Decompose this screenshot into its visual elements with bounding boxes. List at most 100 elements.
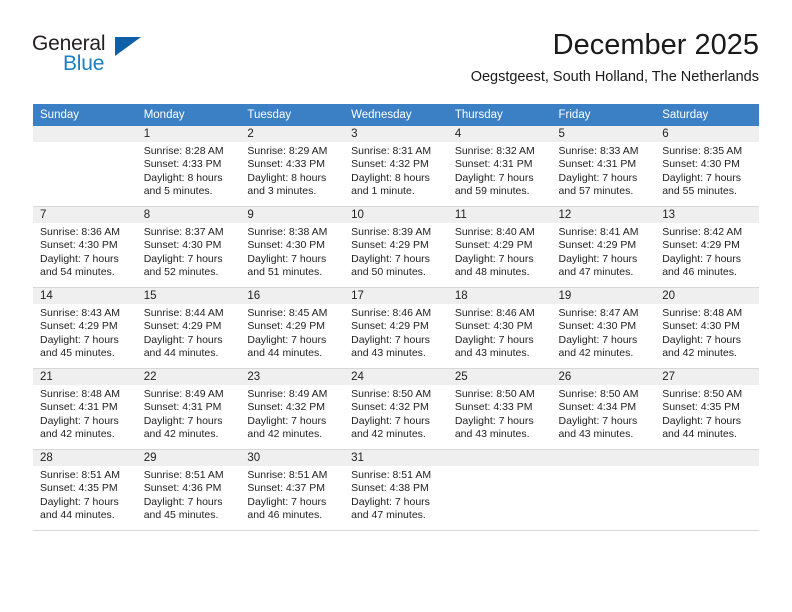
day-cell-inner: 19 Sunrise: 8:47 AM Sunset: 4:30 PM Dayligh… [551,288,656,368]
day-number: 28 [33,450,137,466]
calendar-day-cell[interactable]: 9 Sunrise: 8:38 AM Sunset: 4:30 PM Daylight… [240,206,345,288]
daylight-duration-line2: and 42 minutes. [40,428,115,441]
daylight-duration-line2: and 59 minutes. [454,185,530,198]
daylight-duration-line1: Daylight: 7 hours [143,495,223,508]
sunset-time: Sunset: 4:37 PM [247,482,326,495]
calendar-day-cell[interactable]: 12 Sunrise: 8:41 AM Sunset: 4:29 PM Dayligh… [551,206,656,288]
daylight-duration-line1: Daylight: 8 hours [247,171,327,184]
calendar-day-cell[interactable]: 22 Sunrise: 8:49 AM Sunset: 4:31 PM Dayligh… [136,368,241,450]
calendar-day-cell[interactable]: 25 Sunrise: 8:50 AM Sunset: 4:33 PM Dayligh… [447,368,552,450]
sunset-time: Sunset: 4:30 PM [247,239,326,252]
day-number: 20 [655,288,759,304]
sunset-time: Sunset: 4:35 PM [40,482,118,495]
day-sun-info: Sunrise: 8:49 AM Sunset: 4:32 PM Daylight:… [240,385,344,442]
daylight-duration-line1: Daylight: 7 hours [558,171,638,184]
day-cell-inner: 9 Sunrise: 8:38 AM Sunset: 4:30 PM Daylight… [240,207,345,287]
day-sun-info: Sunrise: 8:31 AM Sunset: 4:32 PM Daylight:… [344,142,448,199]
calendar-day-cell[interactable]: 20 Sunrise: 8:48 AM Sunset: 4:30 PM Dayligh… [655,287,759,369]
daylight-duration-line1: Daylight: 7 hours [247,495,327,508]
sunrise-time: Sunrise: 8:39 AM [351,226,432,238]
daylight-duration-line1: Daylight: 7 hours [454,414,534,427]
day-sun-info [448,466,552,469]
calendar-day-cell[interactable]: 7 Sunrise: 8:36 AM Sunset: 4:30 PM Daylight… [33,206,137,288]
calendar-day-cell[interactable]: 29 Sunrise: 8:51 AM Sunset: 4:36 PM Dayligh… [136,449,241,531]
calendar-day-cell[interactable]: 5 Sunrise: 8:33 AM Sunset: 4:31 PM Daylight… [551,126,656,207]
daylight-duration-line1: Daylight: 7 hours [558,252,638,265]
calendar-day-cell[interactable]: 1 Sunrise: 8:28 AM Sunset: 4:33 PM Daylight… [136,126,241,207]
day-cell-inner: 26 Sunrise: 8:50 AM Sunset: 4:34 PM Dayligh… [551,369,656,449]
calendar-day-cell[interactable]: 3 Sunrise: 8:31 AM Sunset: 4:32 PM Daylight… [344,126,448,207]
day-cell-inner: 31 Sunrise: 8:51 AM Sunset: 4:38 PM Dayligh… [344,450,448,530]
daylight-duration-line2: and 42 minutes. [351,428,426,441]
daylight-duration-line1: Daylight: 7 hours [143,414,223,427]
calendar-day-cell[interactable]: 30 Sunrise: 8:51 AM Sunset: 4:37 PM Dayligh… [240,449,345,531]
calendar-week-row: 7 Sunrise: 8:36 AM Sunset: 4:30 PM Daylight… [33,206,759,288]
calendar-day-cell[interactable]: 19 Sunrise: 8:47 AM Sunset: 4:30 PM Dayligh… [551,287,656,369]
calendar-day-cell[interactable]: 18 Sunrise: 8:46 AM Sunset: 4:30 PM Dayligh… [447,287,552,369]
sunset-time: Sunset: 4:34 PM [558,401,637,414]
calendar-day-cell[interactable]: 14 Sunrise: 8:43 AM Sunset: 4:29 PM Dayligh… [33,287,137,369]
day-cell-inner: 20 Sunrise: 8:48 AM Sunset: 4:30 PM Dayligh… [655,288,759,368]
daylight-duration-line1: Daylight: 7 hours [247,252,327,265]
calendar-day-cell[interactable]: 4 Sunrise: 8:32 AM Sunset: 4:31 PM Daylight… [447,126,552,207]
daylight-duration-line2: and 43 minutes. [351,347,426,360]
calendar-day-cell[interactable]: 28 Sunrise: 8:51 AM Sunset: 4:35 PM Dayligh… [33,449,137,531]
sunrise-time: Sunrise: 8:51 AM [143,469,224,481]
weekday-header-thursday: Thursday [447,104,552,126]
daylight-duration-line1: Daylight: 7 hours [351,333,430,346]
calendar-day-cell[interactable]: 15 Sunrise: 8:44 AM Sunset: 4:29 PM Dayligh… [136,287,241,369]
day-sun-info: Sunrise: 8:48 AM Sunset: 4:30 PM Daylight:… [655,304,759,361]
daylight-duration-line1: Daylight: 7 hours [558,414,638,427]
day-sun-info: Sunrise: 8:48 AM Sunset: 4:31 PM Daylight:… [33,385,137,442]
calendar-empty-cell [33,126,137,207]
sunset-time: Sunset: 4:30 PM [662,320,740,333]
sunset-time: Sunset: 4:35 PM [662,401,740,414]
day-cell-inner: 10 Sunrise: 8:39 AM Sunset: 4:29 PM Dayligh… [344,207,448,287]
day-sun-info: Sunrise: 8:40 AM Sunset: 4:29 PM Daylight:… [448,223,552,280]
sunset-time: Sunset: 4:33 PM [143,158,222,171]
calendar-day-cell[interactable]: 31 Sunrise: 8:51 AM Sunset: 4:38 PM Dayligh… [344,449,448,531]
calendar-empty-cell [447,449,552,531]
calendar-day-cell[interactable]: 21 Sunrise: 8:48 AM Sunset: 4:31 PM Dayligh… [33,368,137,450]
daylight-duration-line2: and 42 minutes. [662,347,737,360]
calendar-day-cell[interactable]: 17 Sunrise: 8:46 AM Sunset: 4:29 PM Dayligh… [344,287,448,369]
sunset-time: Sunset: 4:30 PM [662,158,740,171]
day-number: 29 [136,450,241,466]
calendar-day-cell[interactable]: 16 Sunrise: 8:45 AM Sunset: 4:29 PM Dayligh… [240,287,345,369]
sunrise-time: Sunrise: 8:50 AM [351,388,432,400]
daylight-duration-line1: Daylight: 7 hours [454,333,534,346]
daylight-duration-line1: Daylight: 7 hours [40,495,119,508]
sunrise-time: Sunrise: 8:37 AM [143,226,224,238]
day-sun-info [552,466,656,469]
calendar-day-cell[interactable]: 27 Sunrise: 8:50 AM Sunset: 4:35 PM Dayligh… [655,368,759,450]
calendar-day-cell[interactable]: 23 Sunrise: 8:49 AM Sunset: 4:32 PM Dayligh… [240,368,345,450]
sunset-time: Sunset: 4:29 PM [40,320,118,333]
calendar-day-cell[interactable]: 26 Sunrise: 8:50 AM Sunset: 4:34 PM Dayligh… [551,368,656,450]
calendar-day-cell[interactable]: 2 Sunrise: 8:29 AM Sunset: 4:33 PM Daylight… [240,126,345,207]
daylight-duration-line2: and 45 minutes. [40,347,115,360]
calendar-day-cell[interactable]: 8 Sunrise: 8:37 AM Sunset: 4:30 PM Daylight… [136,206,241,288]
calendar-day-cell[interactable]: 10 Sunrise: 8:39 AM Sunset: 4:29 PM Dayligh… [344,206,448,288]
daylight-duration-line2: and 47 minutes. [351,509,426,522]
calendar-day-cell[interactable]: 11 Sunrise: 8:40 AM Sunset: 4:29 PM Dayligh… [447,206,552,288]
calendar-day-cell[interactable]: 24 Sunrise: 8:50 AM Sunset: 4:32 PM Dayligh… [344,368,448,450]
day-number: 16 [240,288,345,304]
calendar-day-cell[interactable]: 13 Sunrise: 8:42 AM Sunset: 4:29 PM Dayligh… [655,206,759,288]
daylight-duration-line2: and 54 minutes. [40,266,115,279]
day-cell-inner [551,450,656,530]
sunrise-time: Sunrise: 8:41 AM [558,226,639,238]
day-number: 22 [136,369,241,385]
day-cell-inner: 8 Sunrise: 8:37 AM Sunset: 4:30 PM Daylight… [136,207,241,287]
day-sun-info [655,466,759,469]
day-number: 5 [551,126,656,142]
day-cell-inner: 27 Sunrise: 8:50 AM Sunset: 4:35 PM Dayligh… [655,369,759,449]
calendar-day-cell[interactable]: 6 Sunrise: 8:35 AM Sunset: 4:30 PM Daylight… [655,126,759,207]
daylight-duration-line2: and 44 minutes. [143,347,219,360]
sunrise-time: Sunrise: 8:40 AM [454,226,535,238]
day-number: 9 [240,207,345,223]
daylight-duration-line2: and 57 minutes. [558,185,634,198]
day-number: 23 [240,369,345,385]
day-number: 17 [344,288,448,304]
daylight-duration-line2: and 50 minutes. [351,266,426,279]
daylight-duration-line2: and 43 minutes. [454,347,530,360]
